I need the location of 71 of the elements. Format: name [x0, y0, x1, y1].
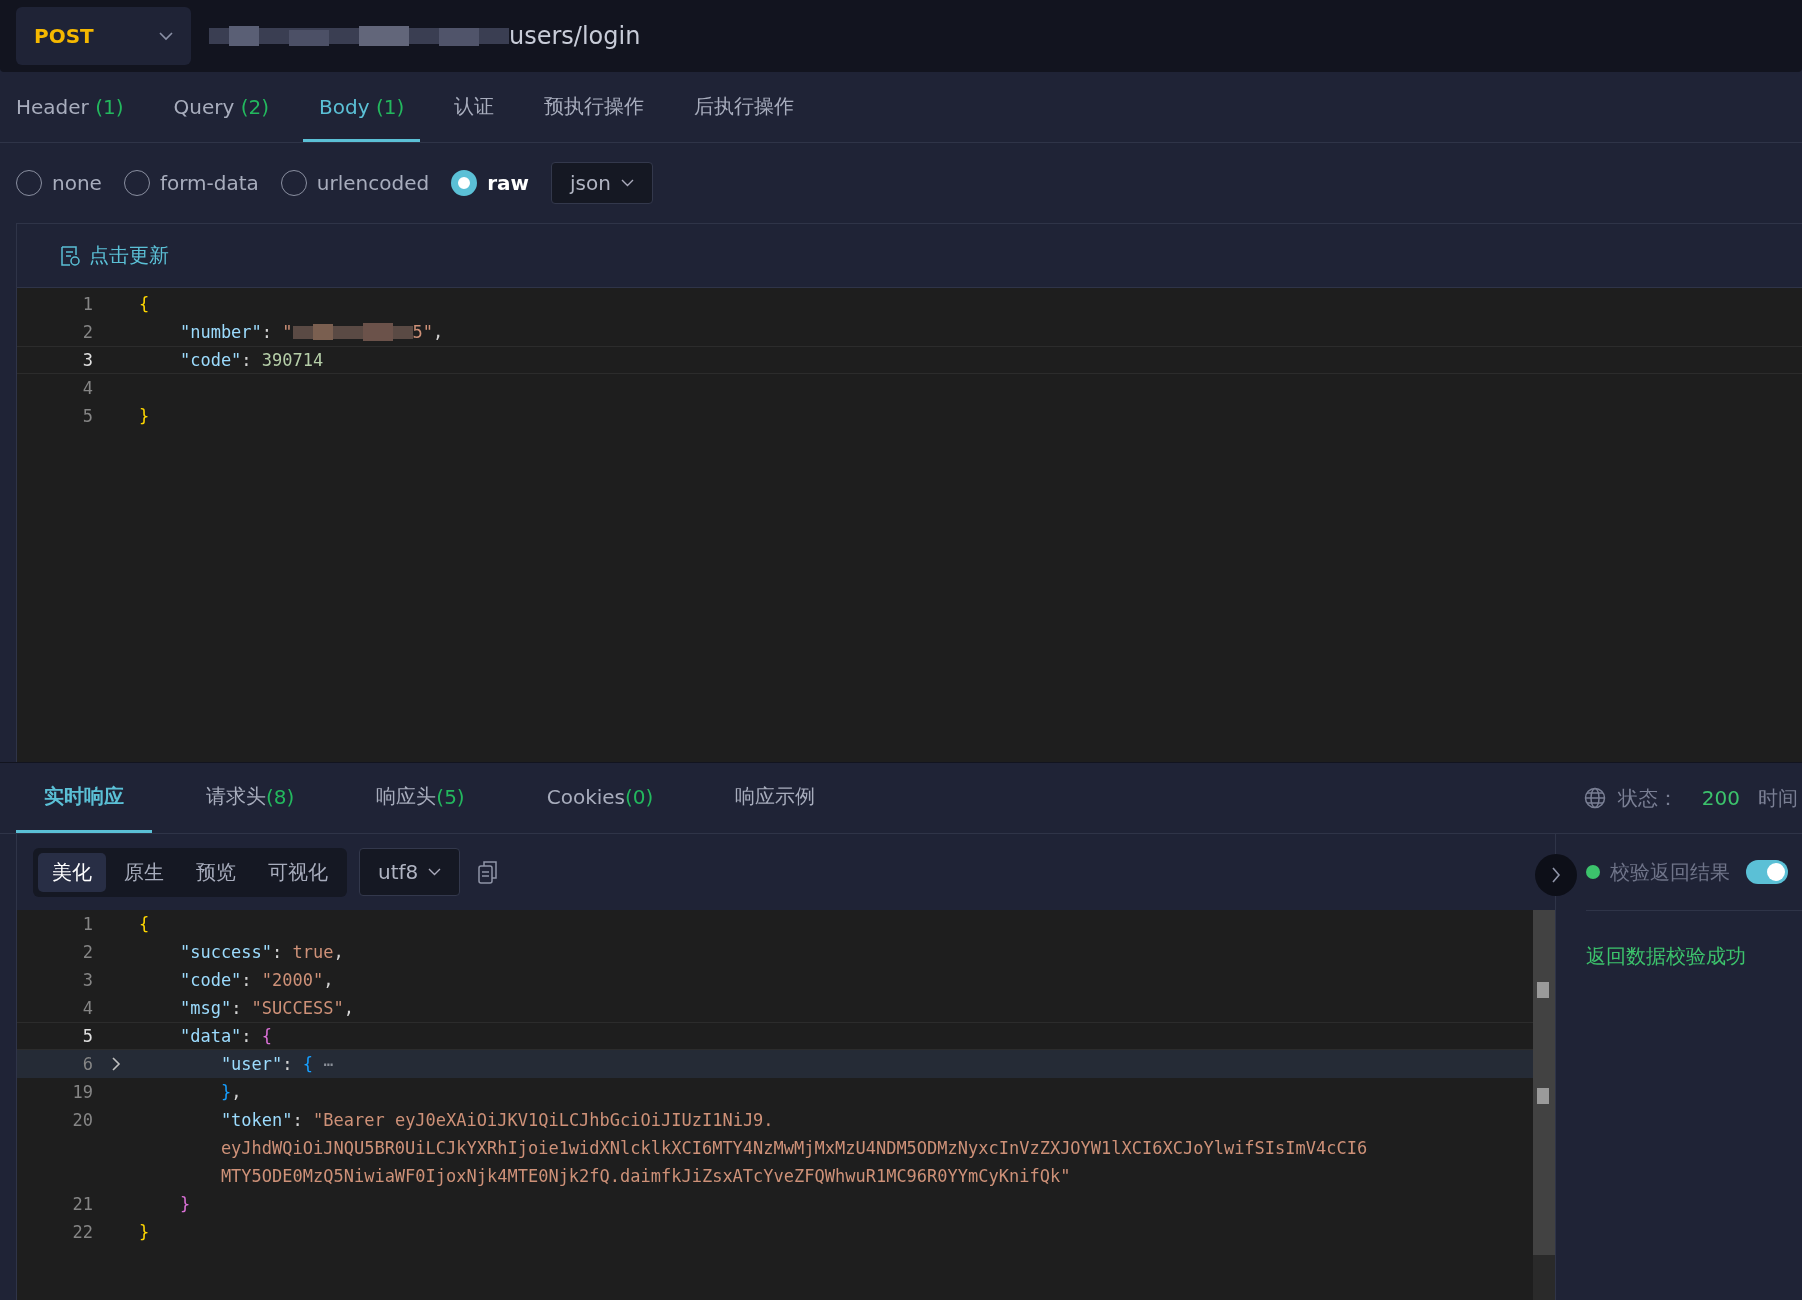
radio-label[interactable]: form-data	[159, 171, 259, 195]
line-number: 4	[81, 998, 93, 1018]
line-number: 20	[71, 1110, 93, 1130]
radio-label[interactable]: urlencoded	[316, 171, 430, 195]
code-line: "code": "2000",	[178, 970, 334, 990]
scrollbar[interactable]	[1533, 910, 1555, 1300]
url-field[interactable]: users/login	[209, 22, 641, 50]
code-line: eyJhdWQiOiJNQU5BR0UiLCJkYXRhIjoie1widXNlcklkXCI6MTY4NzMwMjMxMzU4NDM5ODMzNyxcInVzZXJOYW1lXCI6XCJoYlwifSIsImV4cCI6	[219, 1138, 1368, 1158]
code-line: },	[219, 1082, 242, 1102]
code-line: }	[178, 1194, 191, 1214]
chevron-down-icon	[159, 31, 173, 41]
encoding-dropdown[interactable]: utf8	[359, 848, 461, 896]
time-label: 时间	[1758, 784, 1798, 812]
code-line: {	[139, 294, 150, 314]
line-number: 3	[81, 350, 93, 370]
code-line: "user": { ⋯	[219, 1054, 334, 1074]
radio-button[interactable]	[451, 170, 478, 196]
code-line: "number": " 5",	[178, 322, 444, 342]
status-code: 200	[1701, 786, 1740, 810]
code-line: {	[139, 914, 150, 934]
validation-label: 校验返回结果	[1610, 858, 1730, 886]
chevron-down-icon	[428, 868, 442, 876]
code-line: MTY5ODE0MzQ5NiwiaWF0IjoxNjk4MTE0Njk2fQ.daimfkJiZsxATcYveZFQWhwuR1MC96R0YYmCyKnifQk"	[219, 1166, 1071, 1186]
tab[interactable]: Body (1)	[303, 74, 421, 142]
line-number: 2	[81, 322, 93, 342]
radio-label[interactable]: none	[52, 171, 102, 195]
line-number: 1	[81, 914, 93, 934]
code-line: "msg": "SUCCESS",	[178, 998, 354, 1018]
format-dropdown[interactable]: json	[551, 162, 653, 204]
code-line: "data": {	[178, 1026, 273, 1046]
tab[interactable]: Query (2)	[157, 74, 285, 142]
line-number: 21	[71, 1194, 93, 1214]
tab[interactable]: 实时响应	[16, 763, 152, 833]
radio-label[interactable]: raw	[487, 171, 530, 195]
line-number: 5	[81, 406, 93, 426]
tab[interactable]: 预执行操作	[528, 74, 661, 142]
view-mode-button[interactable]: 美化	[38, 852, 106, 892]
chevron-right-icon[interactable]	[111, 1056, 121, 1072]
tab[interactable]: 响应示例	[707, 763, 844, 833]
tab[interactable]: Cookies(0)	[518, 763, 682, 833]
line-number: 3	[81, 970, 93, 990]
validation-result: 返回数据校验成功	[1586, 943, 1747, 970]
method-select[interactable]: POST	[16, 7, 191, 65]
code-line: "token": "Bearer eyJ0eXAiOiJKV1QiLCJhbGciOiJIUzI1NiJ9.	[219, 1110, 774, 1130]
line-number: 22	[71, 1222, 93, 1242]
view-mode-button[interactable]: 可视化	[254, 852, 342, 892]
line-number: 4	[81, 378, 93, 398]
toggle-switch[interactable]	[1746, 860, 1788, 884]
code-line: }	[139, 406, 150, 426]
copy-icon[interactable]	[478, 860, 499, 884]
chevron-right-icon	[1551, 866, 1561, 884]
line-number: 2	[81, 942, 93, 962]
code-line: "success": true,	[178, 942, 344, 962]
tab[interactable]: 响应头(5)	[348, 763, 493, 833]
chevron-down-icon	[620, 179, 634, 187]
view-mode-button[interactable]: 预览	[182, 852, 250, 892]
globe-icon	[1583, 787, 1606, 809]
code-line: }	[139, 1222, 150, 1242]
code-line: "code": 390714	[178, 350, 324, 370]
line-number: 6	[81, 1054, 93, 1074]
view-mode-button[interactable]: 原生	[110, 852, 178, 892]
document-refresh-icon	[59, 244, 81, 267]
line-number: 19	[71, 1082, 93, 1102]
status-label: 状态：	[1617, 784, 1678, 812]
tab[interactable]: 请求头(8)	[178, 763, 323, 833]
tab[interactable]: 后执行操作	[678, 74, 811, 142]
tab[interactable]: Header (1)	[0, 74, 140, 142]
tab[interactable]: 认证	[438, 74, 511, 142]
refresh-button[interactable]: 点击更新	[59, 242, 169, 269]
line-number: 5	[81, 1026, 93, 1046]
line-number: 1	[81, 294, 93, 314]
